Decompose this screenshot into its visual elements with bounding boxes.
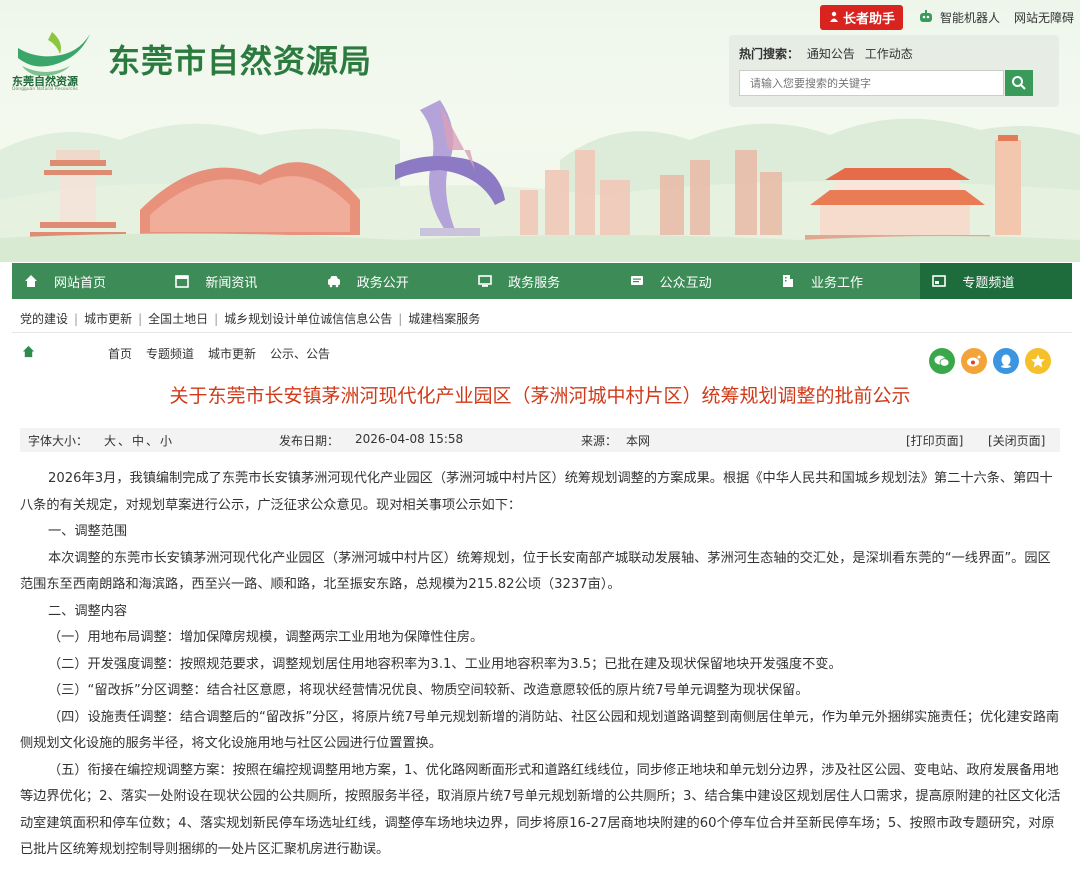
- nav-item-gov-info[interactable]: 政务公开: [315, 263, 466, 299]
- window-icon: [932, 275, 947, 287]
- hot-search-label: 热门搜索：: [739, 47, 800, 61]
- hot-search-item[interactable]: 工作动态: [865, 47, 913, 61]
- font-size-options[interactable]: 大、中、小: [104, 432, 174, 449]
- subnav-item[interactable]: 城建档案服务: [408, 310, 480, 327]
- qq-icon: [1001, 354, 1011, 368]
- breadcrumb-item[interactable]: 城市更新: [208, 345, 256, 362]
- elder-assistant-label: 长者助手: [842, 11, 895, 27]
- paragraph: 本次调整的东莞市长安镇茅洲河现代化产业园区（茅洲河城中村片区）统筹规划，位于长安…: [20, 550, 1051, 593]
- breadcrumb-item[interactable]: 公示、公告: [270, 345, 330, 362]
- section-heading: 一、调整范围: [48, 524, 128, 539]
- nav-item-home[interactable]: 网站首页: [12, 263, 163, 299]
- breadcrumb-home-icon[interactable]: [22, 345, 35, 358]
- site-title: 东莞市自然资源局: [108, 42, 373, 80]
- elder-assistant-button[interactable]: 长者助手: [819, 4, 903, 30]
- home-icon: [25, 275, 37, 287]
- nav-item-business[interactable]: 业务工作: [769, 263, 920, 299]
- robot-icon: [919, 10, 932, 22]
- site-header: 东莞自然资源 Dongguan Natural Resources 东莞市自然资…: [0, 0, 1080, 262]
- share-favorite-button[interactable]: [1025, 348, 1051, 374]
- close-page-link[interactable]: [关闭页面]: [988, 432, 1045, 449]
- source-value: 本网: [626, 434, 651, 448]
- monitor-icon: [478, 275, 492, 287]
- nav-item-label: 专题频道: [962, 275, 1015, 291]
- paragraph: （二）开发强度调整：按照规范要求，调整规划居住用地容积率为3.1、工业用地容积率…: [48, 656, 842, 672]
- elder-icon: [829, 11, 838, 22]
- publish-date-label: 发布日期：: [279, 434, 340, 448]
- paragraph: （一）用地布局调整：增加保障房规模，调整两宗工业用地为保障性住房。: [48, 630, 484, 645]
- section-heading: 二、调整内容: [48, 603, 128, 619]
- source-label: 来源：: [581, 434, 618, 448]
- search-button[interactable]: [1005, 70, 1033, 96]
- article-body: 2026年3月，我镇编制完成了东莞市长安镇茅洲河现代化产业园区（茅洲河城中村片区…: [20, 466, 1062, 864]
- chat-icon: [630, 276, 643, 285]
- share-qq-button[interactable]: [993, 348, 1019, 374]
- nav-item-label: 网站首页: [54, 275, 107, 291]
- subnav-item[interactable]: 全国土地日: [148, 310, 208, 327]
- nav-item-label: 政务公开: [356, 275, 409, 291]
- nav-item-interaction[interactable]: 公众互动: [618, 263, 769, 299]
- breadcrumb: 首页 专题频道 城市更新 公示、公告: [108, 345, 344, 362]
- nav-item-label: 新闻资讯: [205, 275, 258, 291]
- search-panel: 热门搜索： 通知公告 工作动态: [729, 35, 1059, 107]
- nav-item-gov-service[interactable]: 政务服务: [466, 263, 617, 299]
- nav-item-label: 业务工作: [810, 275, 863, 291]
- hot-search-item[interactable]: 通知公告: [807, 47, 855, 61]
- subnav-item[interactable]: 城市更新: [84, 310, 132, 327]
- main-nav: 网站首页 新闻资讯 政务公开 政务服务 公众互动 业务工作 专题频道: [12, 263, 1072, 299]
- breadcrumb-item[interactable]: 专题频道: [146, 345, 194, 362]
- nav-item-topics[interactable]: 专题频道: [920, 263, 1072, 299]
- building-icon: [782, 275, 793, 287]
- nav-item-news[interactable]: 新闻资讯: [163, 263, 314, 299]
- breadcrumb-item[interactable]: 首页: [108, 345, 132, 362]
- hot-search: 热门搜索： 通知公告 工作动态: [739, 45, 919, 62]
- article-meta: 字体大小： 大、中、小 发布日期： 2026-04-08 15:58 来源： 本…: [20, 428, 1060, 452]
- nav-item-label: 政务服务: [508, 275, 561, 291]
- nav-item-label: 公众互动: [659, 275, 712, 291]
- logo-subtext: Dongguan Natural Resources: [12, 87, 78, 92]
- paragraph: （三）“留改拆”分区调整：结合社区意愿，将现状经营情况优良、物质空间较新、改造意…: [48, 683, 809, 698]
- share-wechat-button[interactable]: [929, 348, 955, 374]
- subnav-item[interactable]: 城乡规划设计单位诚信信息公告: [224, 310, 392, 327]
- paragraph: 2026年3月，我镇编制完成了东莞市长安镇茅洲河现代化产业园区（茅洲河城中村片区…: [20, 471, 1053, 513]
- car-icon: [327, 276, 340, 288]
- divider: [12, 332, 1072, 333]
- print-page-link[interactable]: [打印页面]: [906, 432, 963, 449]
- paragraph: （四）设施责任调整：结合调整后的“留改拆”分区，将原片统7号单元规划新增的消防站…: [20, 709, 1060, 752]
- accessibility-link[interactable]: 网站无障碍: [1014, 9, 1074, 26]
- subnav-item[interactable]: 党的建设: [20, 310, 68, 327]
- robot-label: 智能机器人: [939, 10, 1000, 25]
- paragraph: （五）衔接在编控规调整方案：按照在编控规调整用地方案，1、优化路网断面形式和道路…: [20, 762, 1061, 858]
- top-links: 长者助手 智能机器人 网站无障碍: [819, 4, 1074, 30]
- weibo-icon: [967, 355, 981, 367]
- calendar-icon: [175, 275, 190, 288]
- wechat-icon: [934, 355, 950, 367]
- favorite-icon: [1031, 354, 1045, 368]
- share-weibo-button[interactable]: [961, 348, 987, 374]
- publish-date: 2026-04-08 15:58: [355, 432, 464, 446]
- article-title: 关于东莞市长安镇茅洲河现代化产业园区（茅洲河城中村片区）统筹规划调整的批前公示: [169, 385, 911, 407]
- font-size-label: 字体大小：: [28, 434, 89, 448]
- sub-nav: 党的建设 | 城市更新 | 全国土地日 | 城乡规划设计单位诚信信息公告 | 城建档案服…: [20, 310, 481, 327]
- search-icon: [1012, 76, 1026, 90]
- robot-link[interactable]: 智能机器人: [917, 9, 1000, 26]
- search-input[interactable]: [739, 70, 1004, 96]
